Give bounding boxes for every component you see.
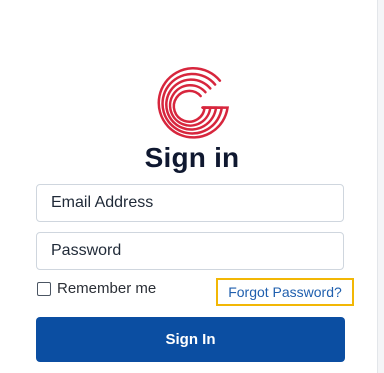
password-input[interactable] [37, 233, 343, 269]
sign-in-card: Sign in Remember me Forgot Password? Sig… [0, 0, 378, 373]
remember-me[interactable]: Remember me [37, 280, 156, 297]
page-title: Sign in [144, 142, 240, 173]
remember-checkbox[interactable] [37, 281, 51, 296]
sign-in-button[interactable]: Sign In [36, 317, 345, 362]
g-logo-icon [157, 67, 229, 139]
email-input[interactable] [37, 185, 343, 221]
password-field[interactable] [36, 232, 344, 270]
remember-label: Remember me [57, 280, 157, 297]
email-field[interactable] [36, 184, 344, 222]
forgot-password-link[interactable]: Forgot Password? [216, 278, 354, 306]
